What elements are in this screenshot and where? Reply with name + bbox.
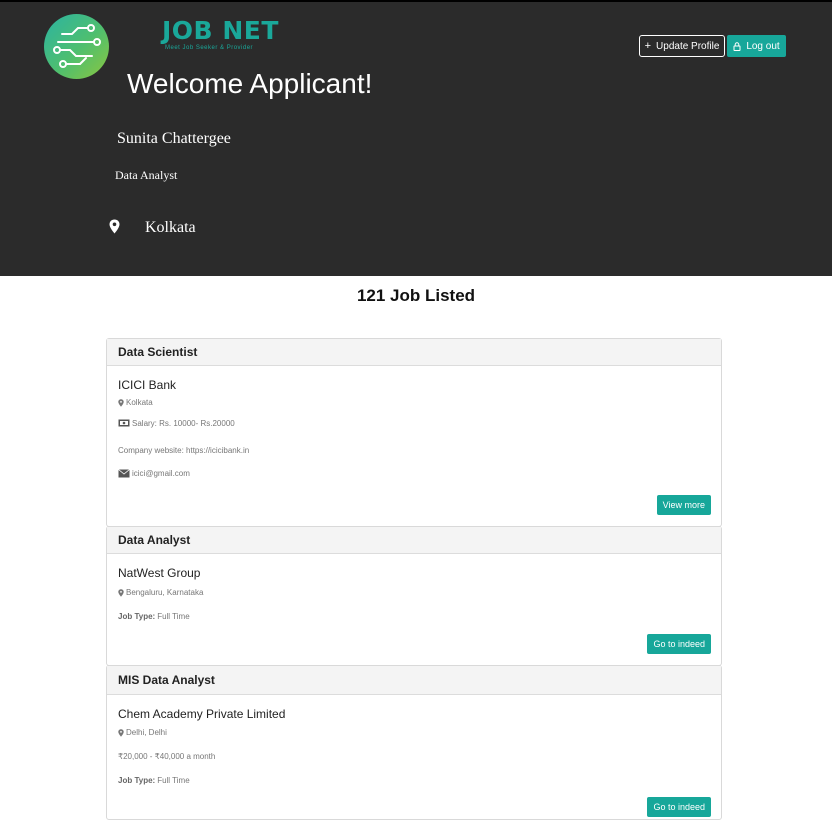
brand-logo (44, 14, 109, 79)
location-pin-icon (118, 728, 124, 737)
company-name: ICICI Bank (118, 378, 177, 392)
job-count-heading: 121 Job Listed (356, 286, 476, 305)
job-type-value: Full Time (157, 776, 190, 785)
job-title: Data Scientist (107, 339, 721, 366)
job-type-label: Job Type: (118, 612, 156, 621)
location-pin-icon (118, 398, 124, 407)
company-name: NatWest Group (118, 566, 201, 580)
mail-icon (118, 469, 130, 478)
job-card: Data Analyst NatWest Group Bengaluru, Ka… (106, 526, 722, 666)
update-profile-button[interactable]: + Update Profile (639, 35, 725, 57)
job-type-value: Full Time (157, 612, 190, 621)
job-title: MIS Data Analyst (107, 666, 721, 695)
company-email-text: icici@gmail.com (132, 469, 190, 478)
job-salary: Salary: Rs. 10000- Rs.20000 (118, 419, 235, 428)
job-salary-text: Salary: Rs. 10000- Rs.20000 (132, 419, 235, 428)
job-card: MIS Data Analyst Chem Academy Private Li… (106, 665, 722, 820)
update-profile-label: Update Profile (656, 40, 720, 52)
job-location-text: Kolkata (126, 398, 153, 407)
location-pin-icon (109, 219, 120, 234)
plus-icon: + (644, 40, 652, 52)
profile-hero: JOB NET Meet Job Seeker & Provider + Upd… (0, 0, 832, 276)
job-salary: ₹20,000 - ₹40,000 a month (118, 752, 216, 761)
job-location-text: Delhi, Delhi (126, 728, 167, 737)
brand-tagline: Meet Job Seeker & Provider (165, 45, 254, 51)
company-email: icici@gmail.com (118, 469, 190, 478)
company-name: Chem Academy Private Limited (118, 707, 286, 721)
job-type: Job Type: Full Time (118, 776, 190, 785)
job-card: Data Scientist ICICI Bank Kolkata Salary… (106, 338, 722, 527)
welcome-heading: Welcome Applicant! (127, 68, 373, 99)
view-more-button[interactable]: View more (656, 495, 711, 515)
job-type-label: Job Type: (118, 776, 156, 785)
logout-button[interactable]: Log out (727, 35, 786, 57)
applicant-city: Kolkata (145, 219, 196, 236)
money-icon (118, 419, 130, 427)
brand-title: JOB NET (162, 16, 279, 45)
job-type: Job Type: Full Time (118, 612, 190, 621)
logout-label: Log out (746, 40, 780, 52)
go-to-indeed-button[interactable]: Go to indeed (647, 634, 711, 654)
job-location: Kolkata (118, 398, 153, 407)
location-pin-icon (118, 588, 124, 597)
circuit-icon (53, 24, 101, 68)
company-website: Company website: https://icicibank.in (118, 446, 250, 455)
go-to-indeed-button[interactable]: Go to indeed (647, 797, 711, 817)
applicant-name: Sunita Chattergee (117, 130, 231, 147)
lock-icon (733, 41, 741, 51)
job-location: Bengaluru, Karnataka (118, 588, 203, 597)
job-title: Data Analyst (107, 527, 721, 554)
job-location: Delhi, Delhi (118, 728, 167, 737)
applicant-role: Data Analyst (115, 168, 178, 182)
job-location-text: Bengaluru, Karnataka (126, 588, 204, 597)
